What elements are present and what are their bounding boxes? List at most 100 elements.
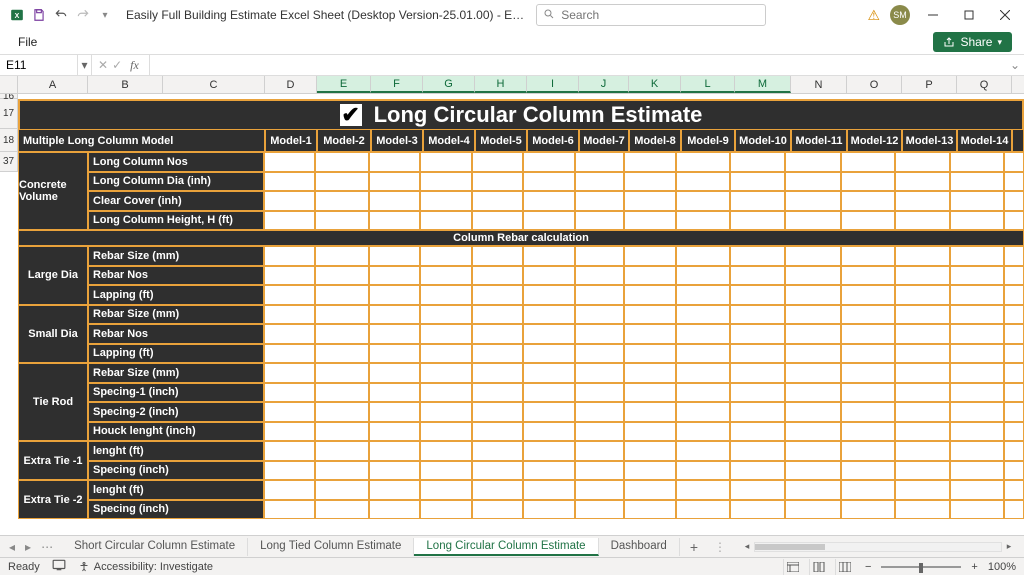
accessibility-status[interactable]: Accessibility: Investigate	[78, 561, 213, 573]
data-cell[interactable]	[575, 152, 625, 172]
minimize-button[interactable]	[920, 2, 946, 28]
data-cell[interactable]	[575, 461, 625, 481]
data-cell[interactable]	[369, 461, 421, 481]
data-cell[interactable]	[315, 152, 369, 172]
data-cell[interactable]	[315, 441, 369, 461]
data-cell[interactable]	[264, 152, 316, 172]
data-cell[interactable]	[472, 191, 524, 211]
data-cell[interactable]	[624, 402, 676, 422]
data-cell[interactable]	[264, 344, 316, 364]
data-cell[interactable]	[523, 422, 575, 442]
data-cell[interactable]	[730, 266, 786, 286]
data-cell[interactable]	[841, 246, 896, 266]
sheet-tab[interactable]: Dashboard	[599, 538, 680, 556]
data-cell[interactable]	[420, 285, 472, 305]
data-cell[interactable]	[315, 461, 369, 481]
data-cell[interactable]	[785, 461, 841, 481]
data-cell[interactable]	[895, 172, 950, 192]
data-cell[interactable]	[785, 172, 841, 192]
zoom-in-button[interactable]: +	[967, 561, 981, 573]
data-cell[interactable]	[420, 422, 472, 442]
data-cell[interactable]	[264, 246, 316, 266]
data-cell[interactable]	[785, 402, 841, 422]
data-cell[interactable]	[841, 402, 896, 422]
data-cell[interactable]	[1004, 285, 1024, 305]
data-cell[interactable]	[369, 305, 421, 325]
data-cell[interactable]	[420, 191, 472, 211]
page-break-view-button[interactable]	[835, 559, 855, 575]
data-cell[interactable]	[1004, 441, 1024, 461]
scrollbar-track[interactable]	[754, 542, 1002, 552]
data-cell[interactable]	[950, 441, 1005, 461]
row-header-18[interactable]: 18	[0, 129, 18, 152]
data-cell[interactable]	[895, 266, 950, 286]
maximize-button[interactable]	[956, 2, 982, 28]
data-cell[interactable]	[315, 191, 369, 211]
data-cell[interactable]	[523, 383, 575, 403]
data-cell[interactable]	[624, 324, 676, 344]
undo-button[interactable]	[50, 4, 72, 26]
data-cell[interactable]	[730, 480, 786, 500]
data-cell[interactable]	[895, 363, 950, 383]
zoom-slider[interactable]	[881, 566, 961, 568]
data-cell[interactable]	[841, 191, 896, 211]
data-cell[interactable]	[841, 172, 896, 192]
data-cell[interactable]	[676, 500, 730, 520]
data-cell[interactable]	[369, 480, 421, 500]
data-cell[interactable]	[472, 172, 524, 192]
data-cell[interactable]	[676, 363, 730, 383]
data-cell[interactable]	[264, 363, 316, 383]
data-cell[interactable]	[730, 461, 786, 481]
data-cell[interactable]	[420, 383, 472, 403]
tabs-next-icon[interactable]: ▸	[22, 540, 34, 554]
data-cell[interactable]	[841, 285, 896, 305]
formula-input[interactable]	[150, 55, 1006, 75]
data-cell[interactable]	[841, 324, 896, 344]
data-cell[interactable]	[730, 402, 786, 422]
data-cell[interactable]	[785, 305, 841, 325]
data-cell[interactable]	[1004, 461, 1024, 481]
data-cell[interactable]	[624, 191, 676, 211]
data-cell[interactable]	[895, 246, 950, 266]
data-cell[interactable]	[523, 285, 575, 305]
column-header-J[interactable]: J	[579, 76, 629, 93]
data-cell[interactable]	[895, 480, 950, 500]
data-cell[interactable]	[315, 363, 369, 383]
data-cell[interactable]	[895, 305, 950, 325]
data-cell[interactable]	[624, 305, 676, 325]
data-cell[interactable]	[264, 480, 316, 500]
search-box[interactable]	[536, 4, 766, 26]
page-layout-view-button[interactable]	[809, 559, 829, 575]
data-cell[interactable]	[1004, 246, 1024, 266]
data-cell[interactable]	[264, 422, 316, 442]
close-button[interactable]	[992, 2, 1018, 28]
data-cell[interactable]	[315, 500, 369, 520]
data-cell[interactable]	[575, 422, 625, 442]
data-cell[interactable]	[1004, 363, 1024, 383]
data-cell[interactable]	[895, 211, 950, 231]
namebox-dropdown-icon[interactable]: ▾	[78, 55, 92, 75]
data-cell[interactable]	[730, 422, 786, 442]
data-cell[interactable]	[523, 480, 575, 500]
data-cell[interactable]	[369, 266, 421, 286]
data-cell[interactable]	[369, 172, 421, 192]
data-cell[interactable]	[785, 324, 841, 344]
name-box[interactable]	[0, 55, 78, 75]
data-cell[interactable]	[730, 383, 786, 403]
data-cell[interactable]	[420, 266, 472, 286]
warning-icon[interactable]: ⚠	[867, 7, 880, 24]
data-cell[interactable]	[472, 324, 524, 344]
data-cell[interactable]	[264, 500, 316, 520]
data-cell[interactable]	[950, 324, 1005, 344]
data-cell[interactable]	[264, 324, 316, 344]
data-cell[interactable]	[1004, 305, 1024, 325]
data-cell[interactable]	[785, 441, 841, 461]
data-cell[interactable]	[841, 500, 896, 520]
data-cell[interactable]	[950, 211, 1005, 231]
data-cell[interactable]	[624, 441, 676, 461]
data-cell[interactable]	[841, 344, 896, 364]
tabs-prev-icon[interactable]: ◂	[6, 540, 18, 554]
data-cell[interactable]	[676, 211, 730, 231]
data-cell[interactable]	[1004, 266, 1024, 286]
data-cell[interactable]	[730, 191, 786, 211]
